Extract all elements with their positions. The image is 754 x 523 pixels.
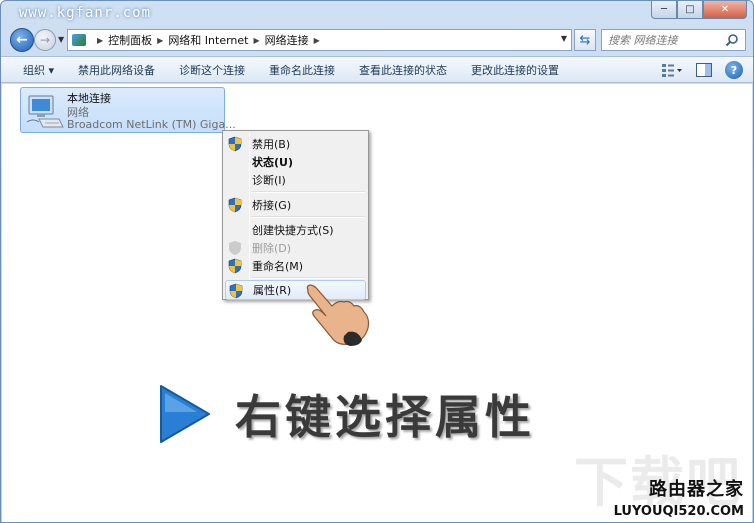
view-status-command[interactable]: 查看此连接的状态 — [347, 56, 459, 83]
command-bar-tools: ? — [661, 61, 743, 79]
rename-command[interactable]: 重命名此连接 — [257, 56, 347, 83]
disable-device-command[interactable]: 禁用此网络设备 — [66, 56, 167, 83]
help-icon: ? — [730, 63, 738, 77]
menu-item-delete: 删除(D) — [225, 238, 366, 258]
play-arrow-icon — [160, 385, 210, 443]
explorer-window: www.kgfanr.com ─ □ ✕ ← → ▼ ▶ 控制面板 ▶ 网络和 … — [0, 0, 754, 523]
watermark-url: www.kgfanr.com — [19, 5, 152, 21]
caption-buttons: ─ □ ✕ — [651, 1, 747, 19]
search-box[interactable] — [601, 29, 746, 51]
organize-menu[interactable]: 组织 ▾ — [1, 56, 66, 83]
preview-pane-button[interactable] — [693, 61, 715, 79]
pointing-hand-icon — [306, 284, 370, 346]
menu-label: 禁用(B) — [252, 138, 291, 151]
connection-adapter: Broadcom NetLink (TM) Giga... — [67, 118, 236, 131]
context-menu: 禁用(B) 状态(U) 诊断(I) 桥接(G) 创建快捷方式(S) 删除(D) — [222, 130, 369, 300]
uac-shield-icon — [228, 258, 242, 274]
title-bar[interactable]: www.kgfanr.com ─ □ ✕ — [1, 1, 753, 25]
search-input[interactable] — [608, 33, 723, 47]
address-history-dropdown[interactable]: ▼ — [561, 34, 567, 43]
menu-label: 删除(D) — [252, 242, 292, 255]
refresh-icon: ⇆ — [579, 32, 591, 48]
menu-label: 创建快捷方式(S) — [252, 224, 334, 237]
arrow-left-icon: ← — [16, 32, 28, 48]
site-logo-url: LUYOUQI520.COM — [613, 504, 744, 519]
view-options-icon — [662, 64, 682, 77]
navigation-row: ← → ▼ ▶ 控制面板 ▶ 网络和 Internet ▶ 网络连接 ▶ ▼ ⇆ — [1, 25, 753, 55]
menu-item-status[interactable]: 状态(U) — [225, 152, 366, 172]
connections-list[interactable]: 本地连接 网络 Broadcom NetLink (TM) Giga... 禁用… — [2, 84, 752, 522]
minimize-button[interactable]: ─ — [651, 1, 677, 19]
change-settings-command[interactable]: 更改此连接的设置 — [459, 56, 571, 83]
menu-label: 属性(R) — [253, 284, 292, 297]
uac-shield-icon — [229, 241, 241, 255]
menu-separator — [251, 216, 365, 218]
uac-shield-icon — [228, 197, 242, 213]
instruction-banner: 右键选择属性 — [157, 379, 535, 449]
breadcrumb-control-panel[interactable]: 控制面板 — [108, 32, 152, 48]
diagnose-command[interactable]: 诊断这个连接 — [167, 56, 257, 83]
chevron-right-icon[interactable]: ▶ — [314, 36, 320, 45]
breadcrumb-network-connections[interactable]: 网络连接 — [265, 32, 309, 48]
menu-item-disable[interactable]: 禁用(B) — [225, 134, 366, 154]
menu-item-diagnose[interactable]: 诊断(I) — [225, 170, 366, 190]
help-button[interactable]: ? — [725, 61, 743, 79]
site-logo-name: 路由器之家 — [649, 479, 744, 500]
uac-shield-icon — [228, 136, 242, 152]
control-panel-icon — [71, 32, 89, 48]
preview-pane-icon — [696, 63, 712, 77]
address-bar[interactable]: ▶ 控制面板 ▶ 网络和 Internet ▶ 网络连接 ▶ ▼ — [67, 29, 572, 51]
banner-text: 右键选择属性 — [235, 390, 535, 444]
menu-label: 诊断(I) — [252, 174, 286, 187]
network-adapter-icon — [26, 95, 64, 128]
breadcrumb-network-internet[interactable]: 网络和 Internet — [168, 32, 248, 48]
change-view-button[interactable] — [661, 61, 683, 79]
menu-item-create-shortcut[interactable]: 创建快捷方式(S) — [225, 220, 366, 240]
uac-shield-icon — [229, 283, 243, 299]
chevron-right-icon[interactable]: ▶ — [157, 36, 163, 45]
search-icon[interactable] — [725, 33, 739, 47]
arrow-right-icon: → — [39, 33, 51, 47]
menu-separator — [251, 191, 365, 193]
menu-label: 桥接(G) — [252, 199, 292, 212]
menu-label: 重命名(M) — [252, 260, 304, 273]
refresh-button[interactable]: ⇆ — [574, 29, 596, 51]
chevron-right-icon[interactable]: ▶ — [97, 36, 103, 45]
command-bar: 组织 ▾ 禁用此网络设备 诊断这个连接 重命名此连接 查看此连接的状态 更改此连… — [1, 56, 753, 83]
menu-item-bridge[interactable]: 桥接(G) — [225, 195, 366, 215]
forward-button[interactable]: → — [34, 29, 56, 51]
menu-separator — [251, 277, 365, 279]
connection-item[interactable]: 本地连接 网络 Broadcom NetLink (TM) Giga... — [20, 87, 236, 133]
maximize-button[interactable]: □ — [677, 1, 703, 19]
menu-item-rename[interactable]: 重命名(M) — [225, 256, 366, 276]
chevron-right-icon[interactable]: ▶ — [254, 36, 260, 45]
back-button[interactable]: ← — [10, 28, 34, 52]
close-button[interactable]: ✕ — [703, 1, 747, 19]
recent-pages-dropdown[interactable]: ▼ — [58, 35, 64, 44]
menu-label: 状态(U) — [252, 156, 293, 169]
